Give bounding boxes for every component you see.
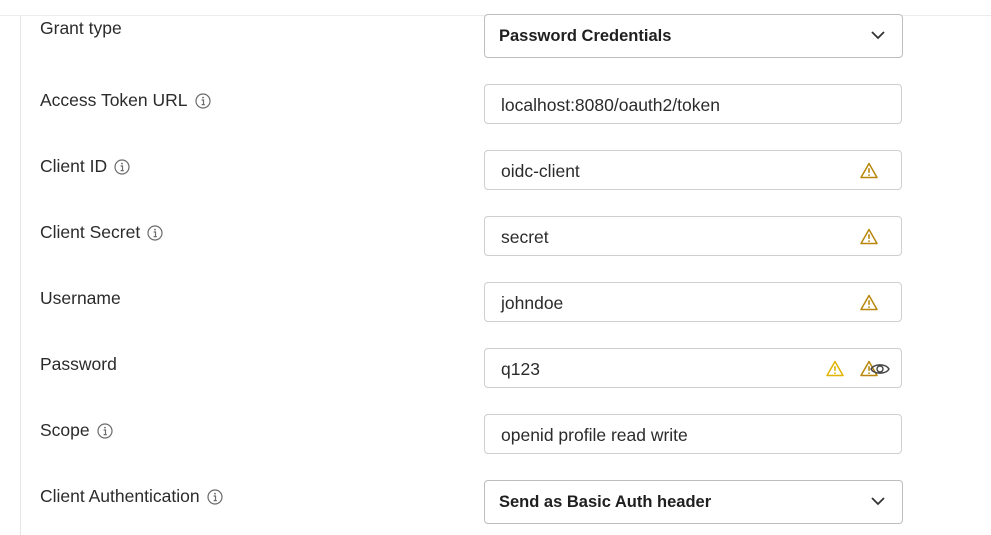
client-id-row: Client ID oidc-client	[0, 150, 991, 194]
eye-icon[interactable]	[870, 361, 890, 377]
client-authentication-label: Client Authentication	[40, 486, 223, 507]
password-label-text: Password	[40, 354, 117, 374]
username-row: Username johndoe	[0, 282, 991, 326]
info-icon[interactable]	[114, 158, 130, 175]
warning-icon[interactable]	[860, 162, 878, 179]
client-authentication-label-text: Client Authentication	[40, 486, 200, 506]
scope-row: Scope openid profile read write	[0, 414, 991, 458]
info-icon[interactable]	[194, 92, 211, 109]
client-id-value: oidc-client	[501, 161, 580, 181]
username-value: johndoe	[501, 293, 564, 313]
grant-type-select[interactable]: Password Credentials	[484, 14, 903, 58]
username-input[interactable]: johndoe	[484, 282, 902, 322]
scope-label: Scope	[40, 420, 113, 441]
warning-icon[interactable]	[860, 228, 878, 245]
password-label: Password	[40, 354, 117, 375]
chevron-down-icon	[871, 497, 885, 506]
client-secret-input[interactable]: secret	[484, 216, 902, 256]
warning-icon[interactable]	[860, 294, 878, 311]
client-secret-value: secret	[501, 227, 549, 247]
password-value: q123	[501, 359, 540, 379]
access-token-url-row: Access Token URL localhost:8080/oauth2/t…	[0, 84, 991, 128]
scope-input[interactable]: openid profile read write	[484, 414, 902, 454]
access-token-url-label-text: Access Token URL	[40, 90, 188, 110]
grant-type-row: Grant type Password Credentials	[0, 14, 991, 58]
client-id-label-text: Client ID	[40, 156, 108, 176]
warning-icon[interactable]	[826, 360, 844, 377]
chevron-down-icon	[871, 31, 885, 40]
username-label-text: Username	[40, 288, 121, 308]
access-token-url-value: localhost:8080/oauth2/token	[501, 95, 720, 115]
grant-type-value: Password Credentials	[499, 27, 672, 45]
client-secret-row: Client Secret secret	[0, 216, 991, 260]
client-authentication-row: Client Authentication Send as Basic Auth…	[0, 480, 991, 524]
client-secret-label: Client Secret	[40, 222, 163, 243]
username-label: Username	[40, 288, 121, 309]
grant-type-label-text: Grant type	[40, 18, 122, 38]
info-icon[interactable]	[97, 422, 113, 439]
access-token-url-label: Access Token URL	[40, 90, 211, 111]
client-secret-label-text: Client Secret	[40, 222, 141, 242]
client-authentication-value: Send as Basic Auth header	[499, 493, 712, 511]
info-icon[interactable]	[147, 224, 163, 241]
info-icon[interactable]	[206, 488, 223, 505]
client-id-input[interactable]: oidc-client	[484, 150, 902, 190]
client-authentication-select[interactable]: Send as Basic Auth header	[484, 480, 903, 524]
grant-type-label: Grant type	[40, 18, 122, 39]
client-id-label: Client ID	[40, 156, 130, 177]
scope-value: openid profile read write	[501, 425, 688, 445]
scope-label-text: Scope	[40, 420, 90, 440]
password-input[interactable]: q123	[484, 348, 902, 388]
access-token-url-input[interactable]: localhost:8080/oauth2/token	[484, 84, 902, 124]
password-row: Password q123	[0, 348, 991, 392]
